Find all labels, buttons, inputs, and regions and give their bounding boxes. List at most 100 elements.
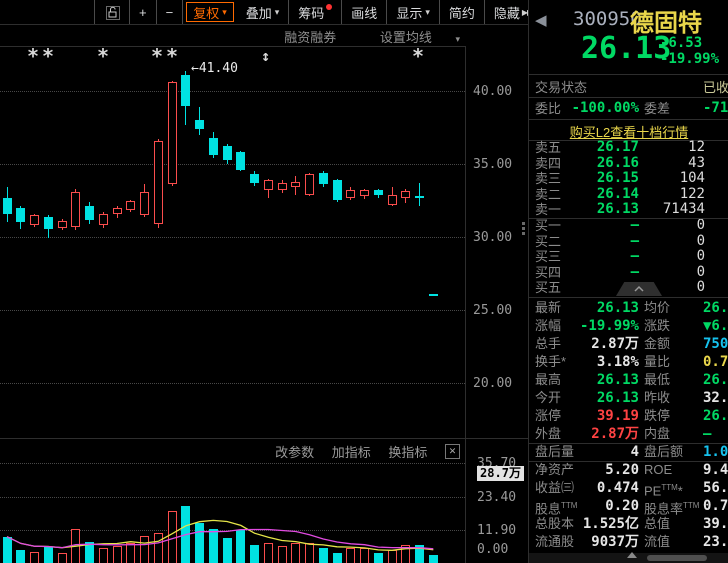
order-quantity: 0 [696, 232, 705, 249]
order-level-label: 买五 [535, 280, 562, 296]
candle [16, 207, 26, 222]
candle [401, 191, 411, 198]
divider [529, 461, 728, 462]
volume-bar [195, 523, 204, 563]
order-book-row: 买三 —0 [529, 249, 728, 265]
divider [529, 97, 728, 98]
event-star-marker: * [412, 44, 425, 68]
kline-chart-region: 融资融券 设置均线 ▾ * * * * * ↕ * 40.00 35.00 30.00 25.00… [0, 0, 528, 563]
weibi-label: 委比 [535, 101, 562, 116]
weibi-row: 委比 -100.00% 委差 -71715 [529, 99, 728, 118]
candle [112, 207, 122, 214]
volume-bar [16, 550, 26, 563]
volume-bar [291, 543, 301, 563]
ttm-superscript: TTM [661, 483, 678, 492]
current-volume-badge: 28.7万 [477, 466, 524, 481]
price-grid-line [0, 383, 465, 384]
stat-value: 32.66 [703, 390, 728, 406]
panel-splitter-handle[interactable] [522, 222, 525, 225]
stat-row: 流通股9037万流值23.61亿 [529, 533, 728, 551]
stat-value: 0.76 [703, 498, 728, 514]
candle [71, 191, 81, 227]
stat-row: 总手 2.87万金额 7500万 [529, 335, 728, 353]
volume-bar [415, 545, 424, 563]
volume-chart [0, 438, 465, 563]
stat-label: 今开 [535, 390, 562, 405]
event-star-marker: * [27, 44, 40, 68]
candle [236, 152, 246, 170]
order-quantity: 104 [679, 170, 705, 187]
price-tick-label: 25.00 [473, 303, 513, 318]
order-book-row: 卖五 26.17 12 [529, 139, 728, 156]
volume-bar [236, 529, 246, 563]
stat-label: 内盘 [644, 426, 671, 441]
candle [126, 201, 136, 210]
stat-value: 7500万 [703, 336, 728, 352]
back-icon[interactable]: ◀ [535, 11, 547, 29]
scroll-up-icon[interactable] [627, 552, 637, 558]
volume-bar [112, 545, 122, 563]
order-level-label: 买二 [535, 233, 562, 249]
stat-row: 收益㈢0.474PETTM*56.2 [529, 479, 728, 498]
event-star-marker: * [42, 44, 55, 68]
stat-label: 量比 [644, 354, 671, 369]
order-level-label: 卖三 [535, 171, 562, 187]
volume-bar [126, 543, 136, 563]
last-price: 26.13 [581, 31, 672, 66]
stat-row: 换手* 3.18% 量比 0.7 [529, 353, 728, 371]
order-level-label: 卖一 [535, 202, 562, 218]
candle [318, 172, 328, 185]
volume-bar [181, 505, 191, 563]
volume-bar [2, 536, 12, 563]
event-star-marker: * [151, 44, 164, 68]
quote-panel-scrollbar[interactable] [529, 552, 728, 563]
candle [208, 137, 218, 156]
candle [43, 216, 53, 229]
stat-label: 外盘 [535, 426, 562, 441]
candle [30, 215, 39, 226]
stat-label: 最高 [535, 372, 562, 387]
volume-bar [98, 548, 108, 563]
candle [387, 194, 397, 205]
stat-row: 最高 26.13 最低 26.13 [529, 371, 728, 389]
stat-label: 总值 [644, 516, 671, 531]
order-quantity: 43 [688, 154, 705, 171]
stat-row: 总股本1.525亿总值39.84亿 [529, 515, 728, 533]
order-book-row: 卖一 26.13 71434 [529, 202, 728, 218]
order-book-row: 买一 —0 [529, 217, 728, 234]
stat-row: 最新 26.13 均价 26.13 [529, 299, 728, 317]
order-quantity: 122 [679, 185, 705, 202]
volume-bar [373, 553, 383, 563]
order-level-label: 卖五 [535, 140, 562, 155]
stat-label: 最低 [644, 372, 671, 387]
volume-bar [387, 550, 397, 563]
candle [98, 213, 108, 225]
quote-panel: ◀ 300950 德固特 26.13 -6.53 -19.99% 交易状态 已收… [528, 0, 728, 563]
volume-bar [140, 536, 149, 563]
price-tick-label: 35.00 [473, 157, 513, 172]
candle-wick [419, 182, 420, 206]
volume-bar [222, 538, 232, 563]
ttm-superscript: TTM [683, 501, 700, 510]
candle [415, 196, 424, 199]
volume-bar [85, 541, 94, 563]
trade-status-value: 已收盘 [703, 80, 728, 95]
candle [140, 191, 149, 216]
order-book-row: 卖三 26.15 104 [529, 171, 728, 187]
weicha-label: 委差 [644, 101, 671, 116]
stat-label: 总手 [535, 336, 562, 351]
stat-label: 最新 [535, 300, 562, 315]
price-grid-line [0, 237, 465, 238]
price-tick-label: 20.00 [473, 376, 513, 391]
stat-row: 涨幅 -19.99% 涨跌 ▼6.53 [529, 317, 728, 335]
volume-grid-line [0, 529, 465, 531]
candle [346, 190, 356, 198]
stat-value: 0.7 [703, 354, 728, 370]
candle [167, 82, 177, 185]
candle [305, 174, 314, 195]
candle [360, 190, 369, 197]
price-grid-line [0, 164, 465, 165]
divider [529, 119, 728, 120]
volume-bar [360, 547, 369, 563]
scrollbar-thumb[interactable] [647, 555, 707, 561]
